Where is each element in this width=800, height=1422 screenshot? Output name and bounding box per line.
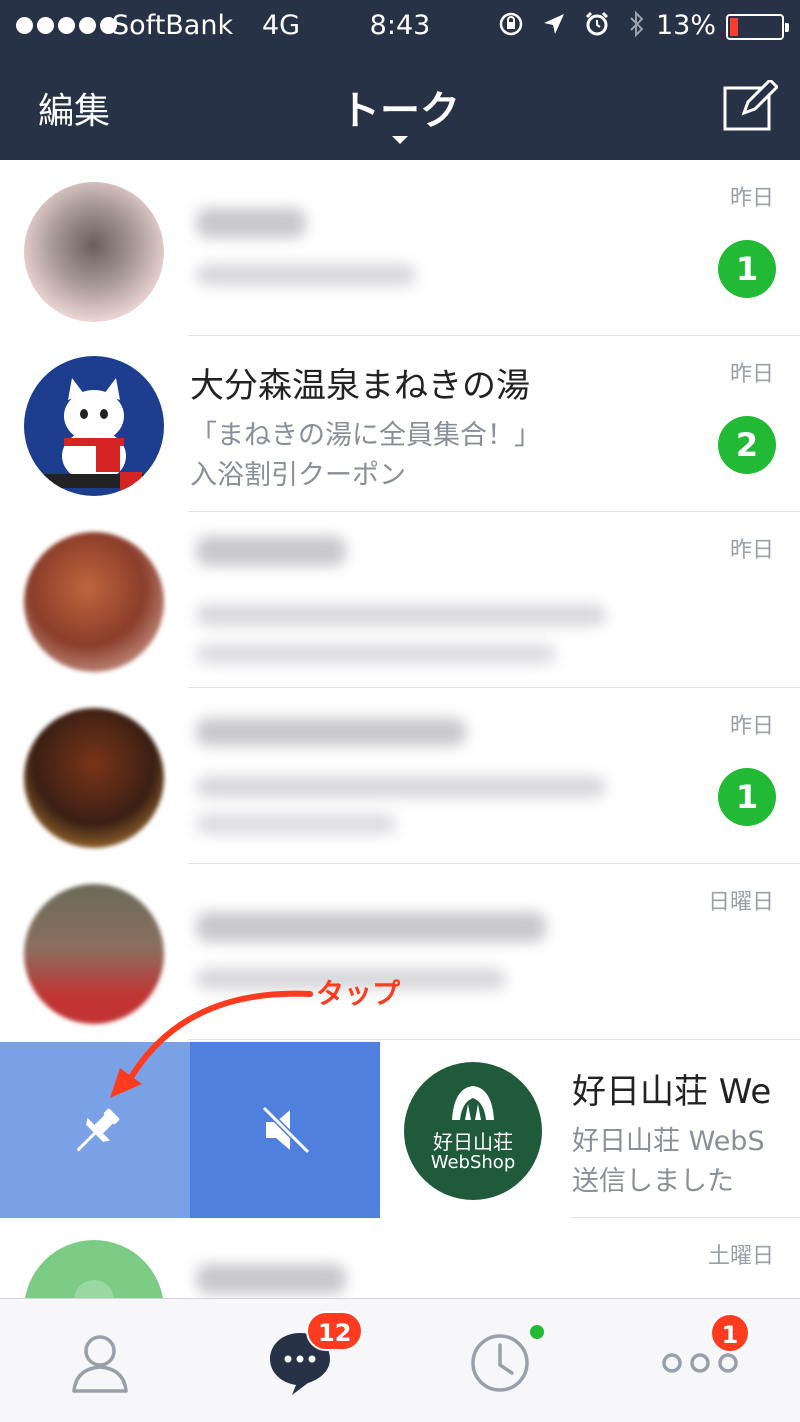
avatar <box>24 708 164 848</box>
unread-badge: 2 <box>718 416 776 474</box>
unread-badge: 12 <box>306 1311 364 1351</box>
chat-preview: 「まねきの湯に全員集合！」 入浴割引クーポン <box>190 416 541 496</box>
tab-timeline[interactable] <box>400 1299 600 1422</box>
unread-badge: 1 <box>718 768 776 826</box>
chat-row[interactable]: 大分森温泉まねきの湯 「まねきの湯に全員集合！」 入浴割引クーポン 昨日 2 <box>0 336 800 512</box>
chat-name: 好日山荘 We <box>572 1072 772 1112</box>
tab-more[interactable]: 1 <box>600 1299 800 1422</box>
compose-icon[interactable] <box>722 80 778 132</box>
top-bar: SoftBank 4G 8:43 13% 編集 トーク <box>0 0 800 160</box>
chat-preview-blurred <box>196 264 416 286</box>
tab-chats[interactable]: 12 <box>200 1299 400 1422</box>
orientation-lock-icon <box>499 12 523 36</box>
chat-preview-blurred <box>196 604 606 626</box>
chat-time: 昨日 <box>729 186 774 211</box>
maneki-neko-logo-icon <box>26 358 162 494</box>
avatar: 好日山荘 WebShop <box>404 1062 542 1200</box>
pin-icon <box>76 1108 120 1152</box>
battery-icon <box>726 14 789 40</box>
chat-row[interactable]: 昨日 1 <box>0 688 800 864</box>
tab-bar: 12 1 <box>0 1298 800 1422</box>
chat-preview-blurred <box>196 644 556 664</box>
new-content-dot <box>530 1325 544 1339</box>
chat-time: 昨日 <box>729 714 774 739</box>
chat-row[interactable]: 昨日 <box>0 512 800 688</box>
friends-icon <box>72 1335 128 1393</box>
chat-preview-line: 入浴割引クーポン <box>190 460 406 491</box>
chat-preview-line: 好日山荘 WebS <box>572 1126 765 1157</box>
chat-name-blurred <box>196 536 346 566</box>
chevron-down-icon[interactable] <box>392 136 408 144</box>
chat-time: 土曜日 <box>707 1244 774 1269</box>
battery-percentage: 13% <box>656 10 717 41</box>
chat-preview-blurred <box>196 776 606 798</box>
timeline-icon <box>471 1334 529 1392</box>
chat-name-blurred <box>196 1264 346 1294</box>
avatar-text: 好日山荘 <box>433 1130 513 1154</box>
chat-time: 日曜日 <box>707 890 774 915</box>
chat-name: 大分森温泉まねきの湯 <box>190 366 530 406</box>
notification-badge: 1 <box>710 1313 750 1353</box>
avatar <box>24 182 164 322</box>
chat-name-blurred <box>196 912 546 942</box>
chat-name-blurred <box>196 718 466 746</box>
page-title[interactable]: トーク <box>0 78 800 136</box>
alarm-icon <box>585 11 609 36</box>
chat-preview-line: 「まねきの湯に全員集合！」 <box>190 420 541 451</box>
avatar <box>24 356 164 496</box>
avatar <box>24 532 164 672</box>
chat-preview-blurred <box>196 814 396 834</box>
annotation-arrow-icon <box>110 990 313 1098</box>
unread-badge: 1 <box>718 240 776 298</box>
bluetooth-icon <box>630 10 644 38</box>
chat-time: 昨日 <box>729 362 774 387</box>
avatar-text: WebShop <box>430 1152 516 1173</box>
chat-time: 昨日 <box>729 538 774 563</box>
location-icon <box>544 14 564 34</box>
swiped-chat-content[interactable]: 好日山荘 WebShop 好日山荘 We 好日山荘 WebS 送信しました <box>380 1042 800 1218</box>
mute-icon <box>261 1105 311 1155</box>
mountain-logo-icon <box>452 1086 494 1120</box>
chat-name-blurred <box>196 208 306 238</box>
chat-row[interactable]: 昨日 1 <box>0 160 800 336</box>
chat-preview: 好日山荘 WebS 送信しました <box>572 1122 765 1202</box>
status-bar: SoftBank 4G 8:43 13% <box>0 0 800 54</box>
chat-preview-line: 送信しました <box>572 1166 734 1197</box>
tab-friends[interactable] <box>0 1299 200 1422</box>
annotation-label: タップ <box>316 977 401 1010</box>
